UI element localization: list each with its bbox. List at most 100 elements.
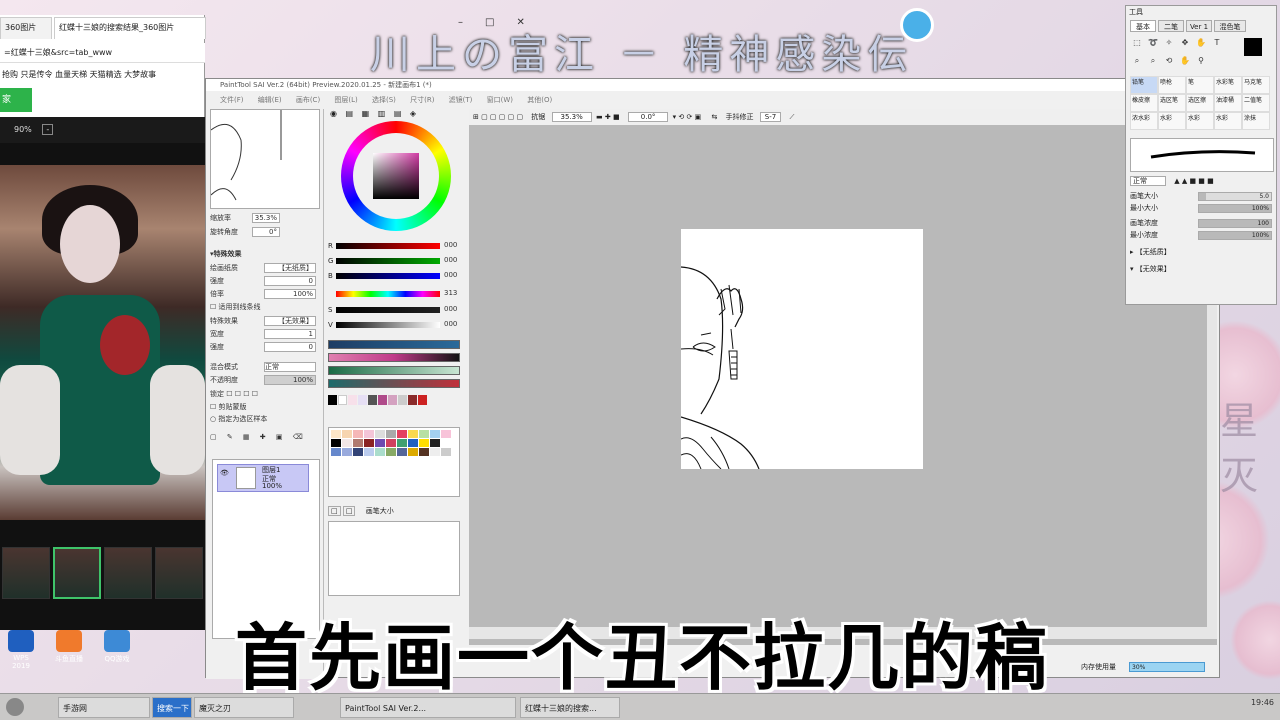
thumbnail[interactable]	[155, 547, 203, 599]
brush-slot[interactable]: 水彩	[1158, 112, 1186, 130]
rotate-buttons[interactable]: ▾ ⟲ ⟳ ▣	[673, 113, 702, 121]
rect-select-icon[interactable]: ⬚	[1130, 36, 1144, 50]
thumbnail[interactable]	[2, 547, 50, 599]
g-slider[interactable]	[336, 258, 440, 264]
drawing-canvas[interactable]	[681, 229, 923, 469]
tool-tab[interactable]: Ver 1	[1186, 20, 1212, 32]
prop-row[interactable]: 画笔浓度 100	[1130, 218, 1274, 229]
magic-wand-icon[interactable]: ✧	[1162, 36, 1176, 50]
taskbar-item[interactable]: 魔灭之刃	[194, 697, 294, 718]
effects-section[interactable]: ▾特殊效果	[210, 248, 320, 260]
texture-select[interactable]: ▾ 【无效果】	[1130, 264, 1274, 275]
brush-size-bar[interactable]: 5.0	[1198, 192, 1272, 201]
layer-item[interactable]: 👁 图层1 正常 100%	[217, 464, 309, 492]
zoom-out-icon[interactable]: ⌕	[1146, 54, 1160, 68]
tool-tab[interactable]: 混色笔	[1214, 20, 1246, 32]
taskbar-item[interactable]: 红蝶十三娘的搜索...	[520, 697, 620, 718]
brush-size-row[interactable]: □ □ 画笔大小	[328, 505, 460, 517]
hand-icon[interactable]: ✋	[1194, 36, 1208, 50]
color-wheel[interactable]	[341, 121, 451, 231]
character-image[interactable]	[0, 165, 205, 520]
brush-slot[interactable]: 橡皮擦	[1130, 94, 1158, 112]
taskbar-item[interactable]: PaintTool SAI Ver.2...	[340, 697, 516, 718]
brush-slot[interactable]: 涂抹	[1242, 112, 1270, 130]
brush-slot[interactable]: 喷枪	[1158, 76, 1186, 94]
v-slider[interactable]	[336, 322, 440, 328]
color-mode-tabs[interactable]: ◉ ▤ ▦ ▥ ▤ ◈	[330, 109, 419, 118]
brush-slot[interactable]: 选区擦	[1186, 94, 1214, 112]
tool-tab[interactable]: 基本	[1130, 20, 1156, 32]
shape-select[interactable]: ▸ 【无纸质】	[1130, 247, 1274, 258]
zoom-buttons[interactable]: ▬ ✚ ■	[596, 113, 620, 121]
lasso-icon[interactable]: ➰	[1146, 36, 1160, 50]
taskbar-item[interactable]: 手游网	[58, 697, 150, 718]
brush-slot[interactable]: 二值笔	[1242, 94, 1270, 112]
color-swatch-bar[interactable]	[328, 366, 460, 375]
thumbnail-selected[interactable]	[53, 547, 101, 599]
recent-colors[interactable]	[328, 395, 460, 405]
blend-mode-select[interactable]: 正常 ▲ ▲ ■ ■ ■	[1130, 176, 1274, 187]
nav-angle-row[interactable]: 旋转角度 0°	[210, 226, 320, 238]
clip-mask-checkbox[interactable]: ☐ 剪贴蒙版	[210, 401, 320, 413]
min-density-bar[interactable]: 100%	[1198, 231, 1272, 240]
browser-tab-active[interactable]: 红蝶十三娘的搜索结果_360图片	[54, 17, 206, 39]
layer-prop-row[interactable]: 倍率 100%	[210, 288, 320, 300]
brush-shape-icons[interactable]: ▲ ▲ ■ ■ ■	[1174, 177, 1214, 185]
sai-menubar[interactable]: 文件(F) 编辑(E) 画布(C) 图层(L) 选择(S) 尺寸(R) 滤镜(T…	[206, 93, 1219, 107]
flip-icon[interactable]: ⇆	[711, 113, 717, 121]
brush-slot[interactable]: 油漆桶	[1214, 94, 1242, 112]
zoom-icon[interactable]: ⌕	[1130, 54, 1144, 68]
layer-prop-row[interactable]: 宽度 1	[210, 328, 320, 340]
s-slider[interactable]	[336, 307, 440, 313]
nav-zoom-row[interactable]: 缩放率 35.3%	[210, 212, 320, 224]
brush-slot[interactable]: 水彩笔	[1214, 76, 1242, 94]
stabilizer-select[interactable]: S-7	[759, 112, 782, 122]
zoom-minus-button[interactable]: -	[42, 124, 54, 135]
rotate-icon[interactable]: ⟲	[1162, 54, 1176, 68]
eyedropper-icon[interactable]: ⚲	[1194, 54, 1208, 68]
brush-slot[interactable]: 马克笔	[1242, 76, 1270, 94]
b-slider[interactable]	[336, 273, 440, 279]
prop-row[interactable]: 最小浓度 100%	[1130, 230, 1274, 241]
angle-field[interactable]: 0.0°	[627, 112, 669, 122]
lock-row[interactable]: 锁定 ☐ ☐ ☐ ☐	[210, 388, 320, 400]
selection-label[interactable]: 抗锯	[531, 113, 545, 121]
taskbar-item[interactable]: 搜索一下	[152, 697, 192, 718]
color-swatch-bar[interactable]	[328, 379, 460, 388]
text-icon[interactable]: T	[1210, 36, 1224, 50]
ref-selection-checkbox[interactable]: ○ 指定为选区样本	[210, 413, 320, 425]
brush-slot[interactable]: 浓水彩	[1130, 112, 1158, 130]
color-palette[interactable]	[328, 427, 460, 497]
brush-slot[interactable]: 铅笔	[1130, 76, 1158, 94]
layer-buttons[interactable]: ▢ ✎ ▦ ✚ ▣ ⌫	[210, 431, 320, 443]
brush-slot[interactable]: 笔	[1186, 76, 1214, 94]
desktop-icon-wps[interactable]: WPS 2019	[4, 630, 38, 670]
thumbnail[interactable]	[104, 547, 152, 599]
desktop-icon-douyu[interactable]: 斗鱼直播	[52, 630, 86, 670]
r-slider[interactable]	[336, 243, 440, 249]
opacity-row[interactable]: 不透明度 100%	[210, 374, 320, 386]
primary-color-swatch[interactable]	[1244, 38, 1262, 56]
brush-slot[interactable]: 选区笔	[1158, 94, 1186, 112]
bookmarks-bar[interactable]: 抢购 只是传令 血量天梯 天猫精选 大梦故事	[0, 67, 205, 83]
prop-row[interactable]: 最小大小 100%	[1130, 203, 1274, 214]
layer-prop-checkbox[interactable]: ☐ 适用到线条线	[210, 301, 320, 313]
eye-icon[interactable]: 👁	[220, 469, 229, 477]
nav-angle-value[interactable]: 0°	[252, 227, 280, 237]
nav-zoom-value[interactable]: 35.3%	[252, 213, 280, 223]
layer-prop-row[interactable]: 特殊效果 【无效果】	[210, 315, 320, 327]
pen-tilt-icon[interactable]: ⟋	[789, 113, 794, 121]
brush-slot[interactable]: 水彩	[1214, 112, 1242, 130]
h-slider[interactable]	[336, 291, 440, 297]
layer-prop-row[interactable]: 强度 0	[210, 275, 320, 287]
green-action-button[interactable]: 家	[0, 88, 32, 112]
hand2-icon[interactable]: ✋	[1178, 54, 1192, 68]
layer-prop-row[interactable]: 强度 0	[210, 341, 320, 353]
move-icon[interactable]: ✥	[1178, 36, 1192, 50]
density-bar[interactable]: 100	[1198, 219, 1272, 228]
brush-slot[interactable]: 水彩	[1186, 112, 1214, 130]
color-swatch-bar[interactable]	[328, 353, 460, 362]
blend-mode-row[interactable]: 混合模式 正常	[210, 361, 320, 373]
layer-prop-row[interactable]: 绘画纸质 【无纸质】	[210, 262, 320, 274]
browser-tab[interactable]: 360图片	[0, 17, 52, 39]
